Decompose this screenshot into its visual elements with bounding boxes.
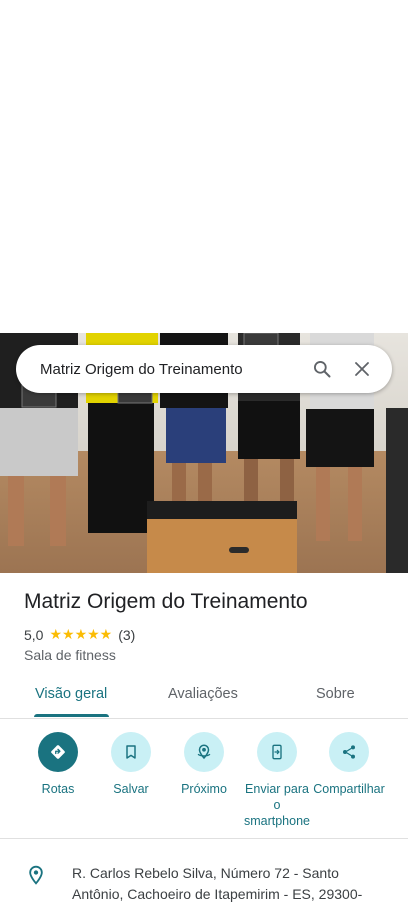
save-button[interactable]: Salvar <box>95 732 167 797</box>
bookmark-icon <box>111 732 151 772</box>
action-row: Rotas Salvar Próximo Enviar para o smart… <box>0 730 408 839</box>
address-text: R. Carlos Rebelo Silva, Número 72 - Sant… <box>72 865 363 902</box>
send-to-phone-icon <box>257 732 297 772</box>
tab-overview[interactable]: Visão geral <box>35 686 107 702</box>
address-row[interactable]: R. Carlos Rebelo Silva, Número 72 - Sant… <box>0 846 408 906</box>
search-icon[interactable] <box>310 357 334 381</box>
place-title: Matriz Origem do Treinamento <box>24 590 308 613</box>
tab-reviews[interactable]: Avaliações <box>168 686 238 702</box>
place-category: Sala de fitness <box>24 647 116 663</box>
tab-indicator <box>34 714 109 717</box>
nearby-icon <box>184 732 224 772</box>
tab-about[interactable]: Sobre <box>316 686 355 702</box>
nearby-label: Próximo <box>181 782 227 796</box>
rating-stars: ★★★★★ <box>49 626 113 642</box>
location-pin-icon <box>26 864 46 891</box>
share-icon <box>329 732 369 772</box>
send-to-phone-button[interactable]: Enviar para o smartphone <box>241 732 313 829</box>
directions-button[interactable]: Rotas <box>22 732 94 797</box>
save-label: Salvar <box>113 782 149 796</box>
send-to-phone-label: Enviar para o smartphone <box>243 782 310 828</box>
directions-icon <box>38 732 78 772</box>
search-query[interactable]: Matriz Origem do Treinamento <box>40 361 310 378</box>
plyo-box <box>147 501 297 573</box>
nearby-button[interactable]: Próximo <box>168 732 240 797</box>
tab-bar: Visão geral Avaliações Sobre <box>0 676 408 719</box>
share-label: Compartilhar <box>313 782 385 796</box>
review-count: (3) <box>118 626 136 643</box>
directions-label: Rotas <box>41 782 75 796</box>
close-icon[interactable] <box>350 357 374 381</box>
share-button[interactable]: Compartilhar <box>313 732 385 797</box>
rating-value: 5,0 <box>24 626 44 643</box>
rating-row[interactable]: 5,0 ★★★★★ (3) <box>24 626 135 643</box>
search-bar[interactable]: Matriz Origem do Treinamento <box>16 345 392 393</box>
